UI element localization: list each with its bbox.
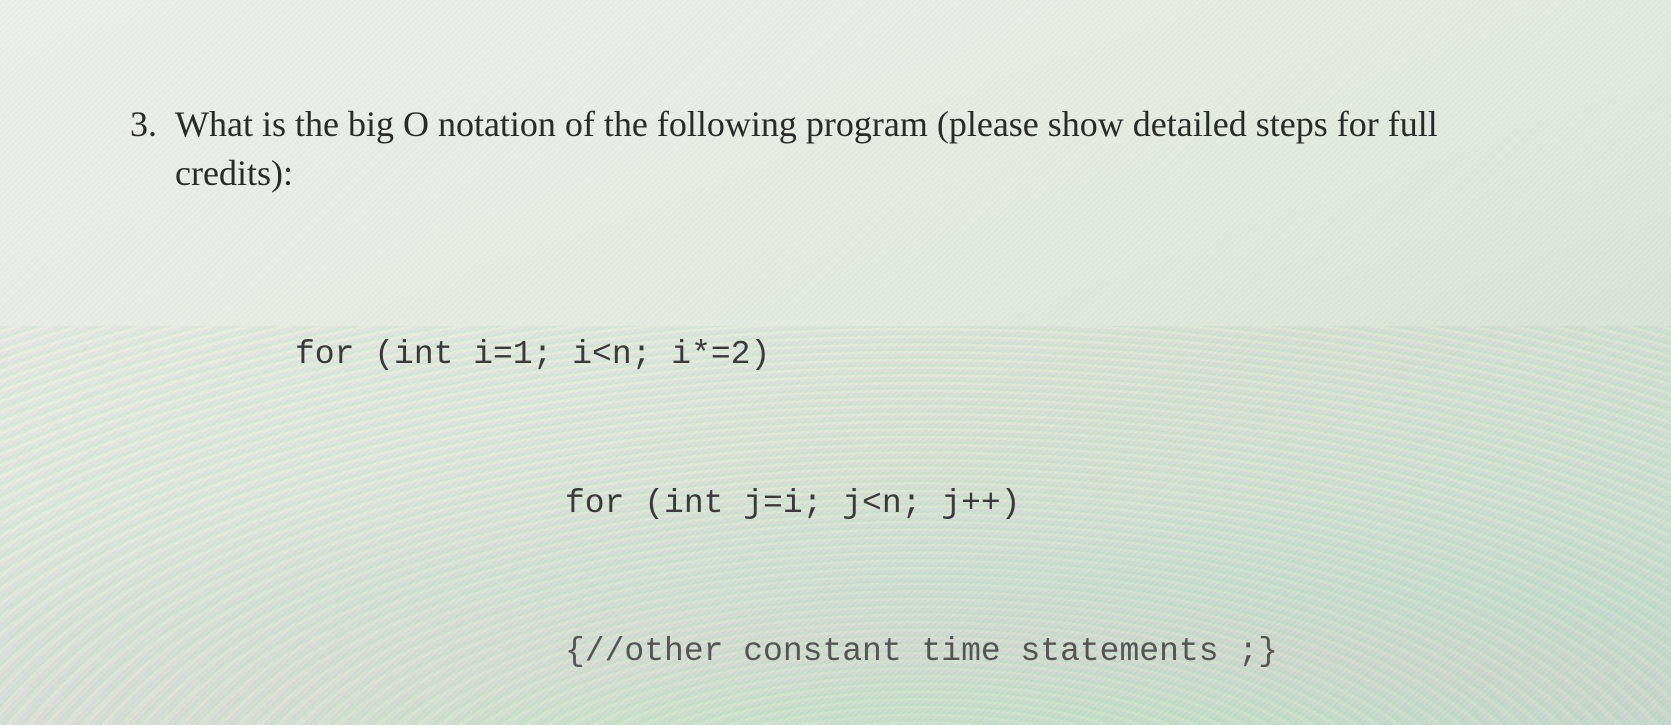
question-block: 3. What is the big O notation of the fol… (115, 100, 1561, 197)
code-block: for (int i=1; i<n; i*=2) for (int j=i; j… (295, 231, 1561, 725)
question-text: What is the big O notation of the follow… (175, 100, 1561, 197)
code-line-3: {//other constant time statements ;} (565, 627, 1561, 677)
question-content: 3. What is the big O notation of the fol… (0, 0, 1671, 725)
code-line-2: for (int j=i; j<n; j++) (565, 479, 1561, 529)
code-line-1: for (int i=1; i<n; i*=2) (295, 330, 1561, 380)
question-number: 3. (115, 100, 157, 149)
